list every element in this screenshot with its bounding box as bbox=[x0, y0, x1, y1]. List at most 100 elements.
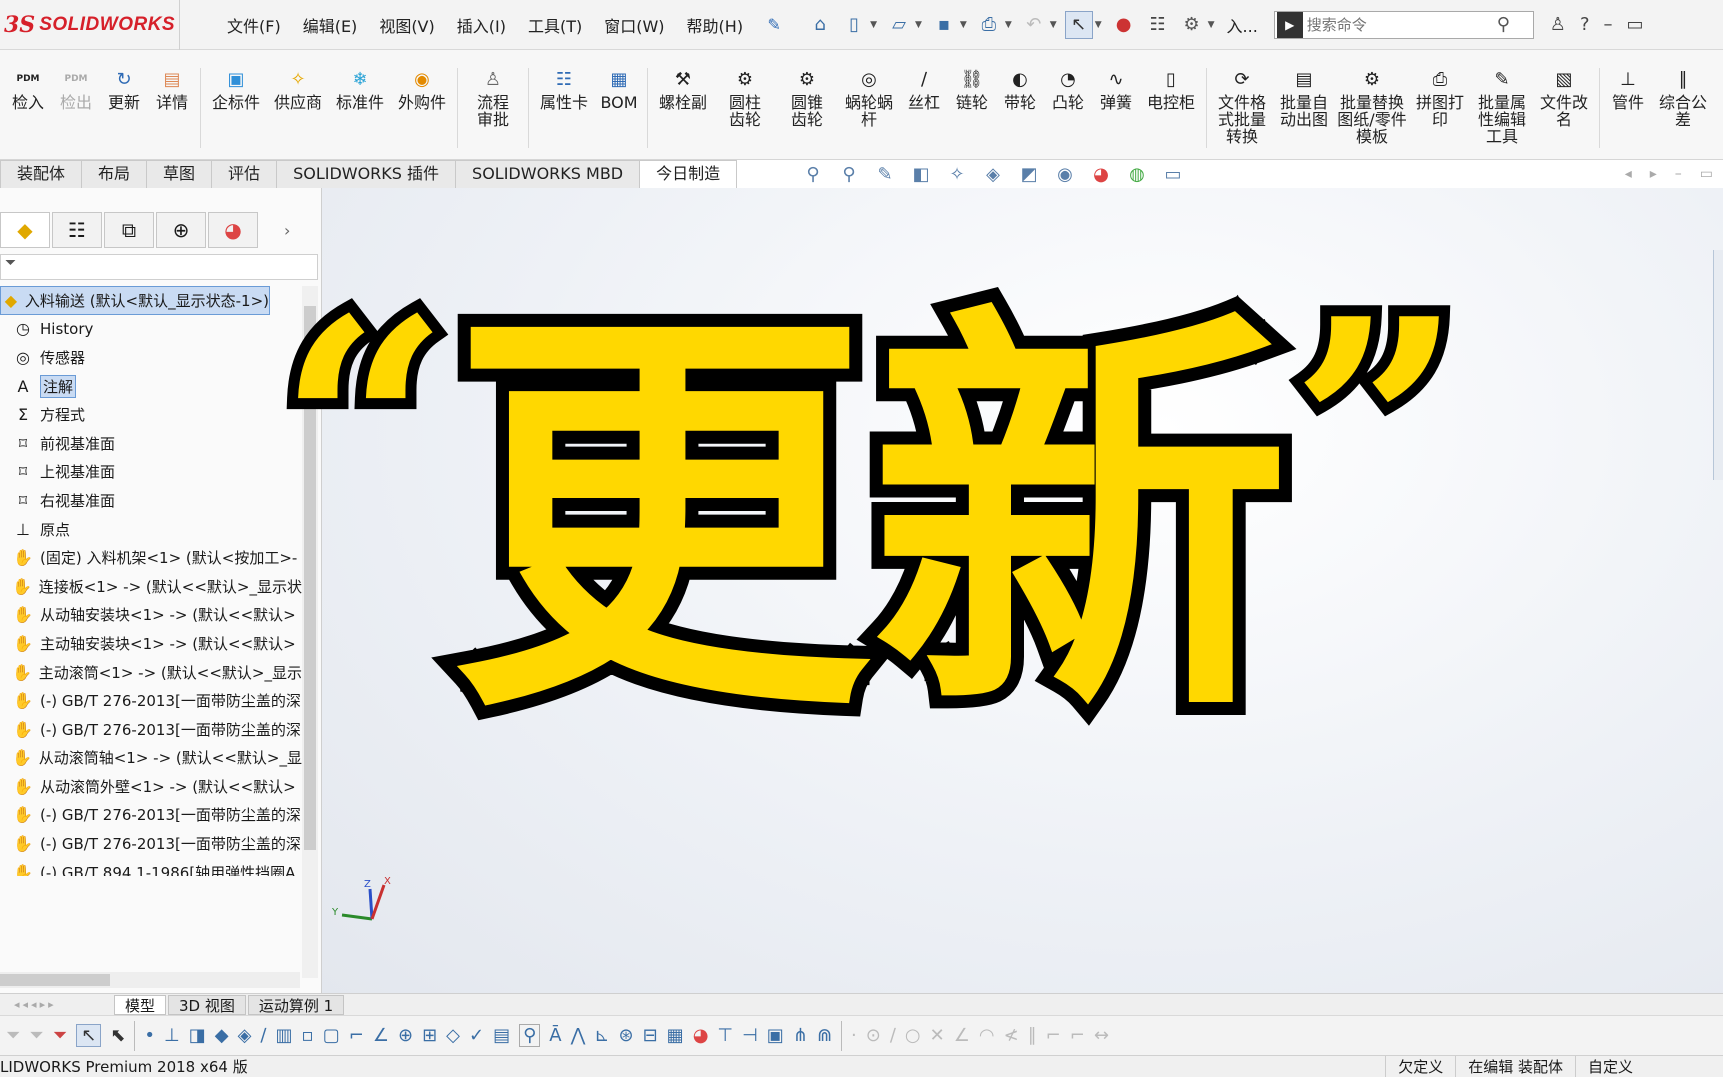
solid-icon[interactable]: ◈ bbox=[238, 1025, 252, 1046]
solidworks-logo[interactable]: 3S SOLIDWORKS bbox=[0, 0, 180, 50]
dot-icon[interactable]: · bbox=[851, 1025, 857, 1046]
tab-addins[interactable]: SOLIDWORKS 插件 bbox=[276, 160, 457, 188]
center-mark-icon[interactable]: ⊕ bbox=[398, 1025, 413, 1046]
select-chain-icon[interactable]: ⬉ bbox=[110, 1025, 125, 1046]
section-view-icon[interactable]: ◧ bbox=[908, 164, 934, 185]
task-pane-strip[interactable] bbox=[1713, 250, 1723, 480]
sketch-point-icon[interactable]: ⌐ bbox=[349, 1025, 364, 1046]
trim-icon[interactable]: ✕ bbox=[930, 1025, 945, 1046]
motor-icon[interactable]: ⋒ bbox=[817, 1025, 832, 1046]
tree-node[interactable]: ✋ 从动滚筒轴<1> -> (默认<<默认>_显 bbox=[0, 744, 302, 773]
vertex-icon[interactable]: ▫ bbox=[302, 1025, 314, 1046]
menu-edit[interactable]: 编辑(E) bbox=[292, 13, 369, 37]
note-icon[interactable]: ▦ bbox=[667, 1025, 684, 1046]
bevel-gear-button[interactable]: ⚙ 圆锥齿轮 bbox=[776, 68, 838, 148]
graphics-area[interactable] bbox=[322, 188, 1723, 993]
bolt-pair-button[interactable]: ⚒ 螺栓副 bbox=[652, 68, 714, 148]
arc-icon[interactable]: ◠ bbox=[979, 1025, 995, 1046]
spring-button[interactable]: ∿ 弹簧 bbox=[1092, 68, 1140, 148]
view-settings-icon[interactable]: ▭ bbox=[1160, 164, 1186, 185]
new-document-icon[interactable]: ▯ bbox=[840, 11, 868, 39]
user-icon[interactable]: ♙ bbox=[1550, 14, 1566, 35]
dynamic-annotation-icon[interactable]: ✧ bbox=[944, 164, 970, 185]
batch-convert-button[interactable]: ⟳ 文件格式批量转换 bbox=[1211, 68, 1273, 148]
select-arrow-icon[interactable]: ↖ bbox=[76, 1024, 102, 1047]
maximize-icon[interactable]: ▭ bbox=[1627, 14, 1644, 35]
surface-icon[interactable]: ◆ bbox=[215, 1025, 229, 1046]
open-icon[interactable]: ▱ bbox=[885, 11, 913, 39]
status-units-custom[interactable]: 自定义 bbox=[1574, 1056, 1723, 1077]
update-button[interactable]: ↻ 更新 bbox=[100, 68, 148, 148]
display-style-icon[interactable]: ◩ bbox=[1016, 164, 1042, 185]
tree-node[interactable]: ✋ 主动轴安装块<1> -> (默认<<默认> bbox=[0, 629, 302, 658]
batch-property-button[interactable]: ✎ 批量属性编辑工具 bbox=[1471, 68, 1533, 148]
tree-node[interactable]: ⊥ 原点 bbox=[0, 515, 302, 544]
tree-hscroll-thumb[interactable] bbox=[0, 974, 110, 986]
point-icon[interactable]: • bbox=[144, 1025, 155, 1046]
gtol-icon[interactable]: ⊟ bbox=[643, 1025, 658, 1046]
tangent-icon[interactable]: ≮ bbox=[1004, 1025, 1019, 1046]
home-icon[interactable]: ⌂ bbox=[806, 11, 834, 39]
prev-window-icon[interactable]: ◂ bbox=[1625, 166, 1632, 182]
appearance-icon[interactable]: ◕ bbox=[1088, 164, 1114, 185]
rebuild-icon[interactable]: ● bbox=[1110, 11, 1138, 39]
tab-mbd[interactable]: SOLIDWORKS MBD bbox=[455, 160, 641, 188]
tree-node[interactable]: ✋ 主动滚筒<1> -> (默认<<默认>_显示 bbox=[0, 658, 302, 687]
sprocket-button[interactable]: ⛓ 链轮 bbox=[948, 68, 996, 148]
save-icon[interactable]: ▪ bbox=[930, 11, 958, 39]
doc-restore-icon[interactable]: ▭ bbox=[1700, 166, 1713, 182]
help-icon[interactable]: ? bbox=[1580, 14, 1590, 35]
menu-view[interactable]: 视图(V) bbox=[368, 13, 445, 37]
circle-sketch-icon[interactable]: ○ bbox=[905, 1025, 921, 1046]
tree-node[interactable]: ⌑ 上视基准面 bbox=[0, 458, 302, 487]
sketch-icon[interactable]: ▢ bbox=[323, 1025, 340, 1046]
filter-colored-icon[interactable]: ⏷ bbox=[53, 1025, 67, 1046]
parallel-icon[interactable]: ∥ bbox=[1028, 1025, 1037, 1046]
filter-icon[interactable]: ⏷ bbox=[6, 1025, 20, 1046]
tree-node[interactable]: ✋ (-) GB/T 276-2013[一面带防尘盖的深 bbox=[0, 829, 302, 858]
previous-view-icon[interactable]: ✎ bbox=[872, 164, 898, 185]
next-window-icon[interactable]: ▸ bbox=[1650, 166, 1657, 182]
surface-finish-icon[interactable]: ⊾ bbox=[594, 1025, 609, 1046]
tab-nav-arrows-icon[interactable]: ◂◂◂▸▸ bbox=[14, 998, 114, 1011]
weld-icon[interactable]: ⋀ bbox=[571, 1025, 586, 1046]
mate-icon[interactable]: ⊤ bbox=[717, 1025, 733, 1046]
search-input[interactable] bbox=[1306, 15, 1497, 34]
spring-tool-icon[interactable]: ⋔ bbox=[793, 1025, 808, 1046]
tab-motion-study[interactable]: 运动算例 1 bbox=[247, 994, 345, 1015]
menu-tools[interactable]: 工具(T) bbox=[517, 13, 593, 37]
fm-tabs-more-icon[interactable]: › bbox=[284, 221, 290, 240]
dimxpert-tab-icon[interactable]: ⊕ bbox=[156, 212, 206, 248]
control-cabinet-button[interactable]: ▯ 电控柜 bbox=[1140, 68, 1202, 148]
axis-icon[interactable]: ⊥ bbox=[164, 1025, 180, 1046]
tree-node[interactable]: ✋ (-) GB/T 894.1-1986[轴用弹性挡圈A bbox=[0, 858, 302, 876]
batch-drawing-button[interactable]: ▤ 批量自动出图 bbox=[1273, 68, 1335, 148]
tree-node[interactable]: ◎ 传感器 bbox=[0, 343, 302, 372]
scene-icon[interactable]: ◍ bbox=[1124, 164, 1150, 185]
circle-icon[interactable]: ⊙ bbox=[866, 1025, 881, 1046]
supplier-button[interactable]: ✧ 供应商 bbox=[267, 68, 329, 148]
options-icon[interactable]: ⚙ bbox=[1178, 11, 1206, 39]
tab-3d-view[interactable]: 3D 视图 bbox=[168, 994, 246, 1015]
batch-template-button[interactable]: ⚙ 批量替换图纸/零件模板 bbox=[1335, 68, 1409, 148]
property-manager-tab-icon[interactable]: ☷ bbox=[52, 212, 102, 248]
filter-parts-icon[interactable]: ⏷ bbox=[29, 1025, 43, 1046]
tree-root-assembly[interactable]: ◆ 入料输送 (默认<默认_显示状态-1>) bbox=[0, 286, 270, 315]
select-icon[interactable]: ↖ bbox=[1064, 10, 1093, 39]
lead-screw-button[interactable]: ∕ 丝杠 bbox=[900, 68, 948, 148]
menu-file[interactable]: 文件(F) bbox=[216, 13, 292, 37]
minimize-icon[interactable]: – bbox=[1604, 14, 1613, 35]
feature-tree-tab-icon[interactable]: ◆ bbox=[0, 212, 50, 248]
tree-node[interactable]: ✋ (固定) 入料机架<1> (默认<按加工>- bbox=[0, 543, 302, 572]
datum-icon[interactable]: ⊛ bbox=[618, 1025, 633, 1046]
tree-node[interactable]: ◷ History bbox=[0, 315, 302, 344]
checkin-button[interactable]: PDM 检入 bbox=[4, 68, 52, 148]
face-icon[interactable]: ▥ bbox=[276, 1025, 293, 1046]
hide-show-icon[interactable]: ◉ bbox=[1052, 164, 1078, 185]
tree-scroll-thumb[interactable] bbox=[304, 306, 316, 850]
hole-icon[interactable]: ◇ bbox=[446, 1025, 460, 1046]
pulley-button[interactable]: ◐ 带轮 bbox=[996, 68, 1044, 148]
standard-part-button[interactable]: ❄ 标准件 bbox=[329, 68, 391, 148]
details-button[interactable]: ▤ 详情 bbox=[148, 68, 196, 148]
file-properties-icon[interactable]: ☷ bbox=[1144, 11, 1172, 39]
